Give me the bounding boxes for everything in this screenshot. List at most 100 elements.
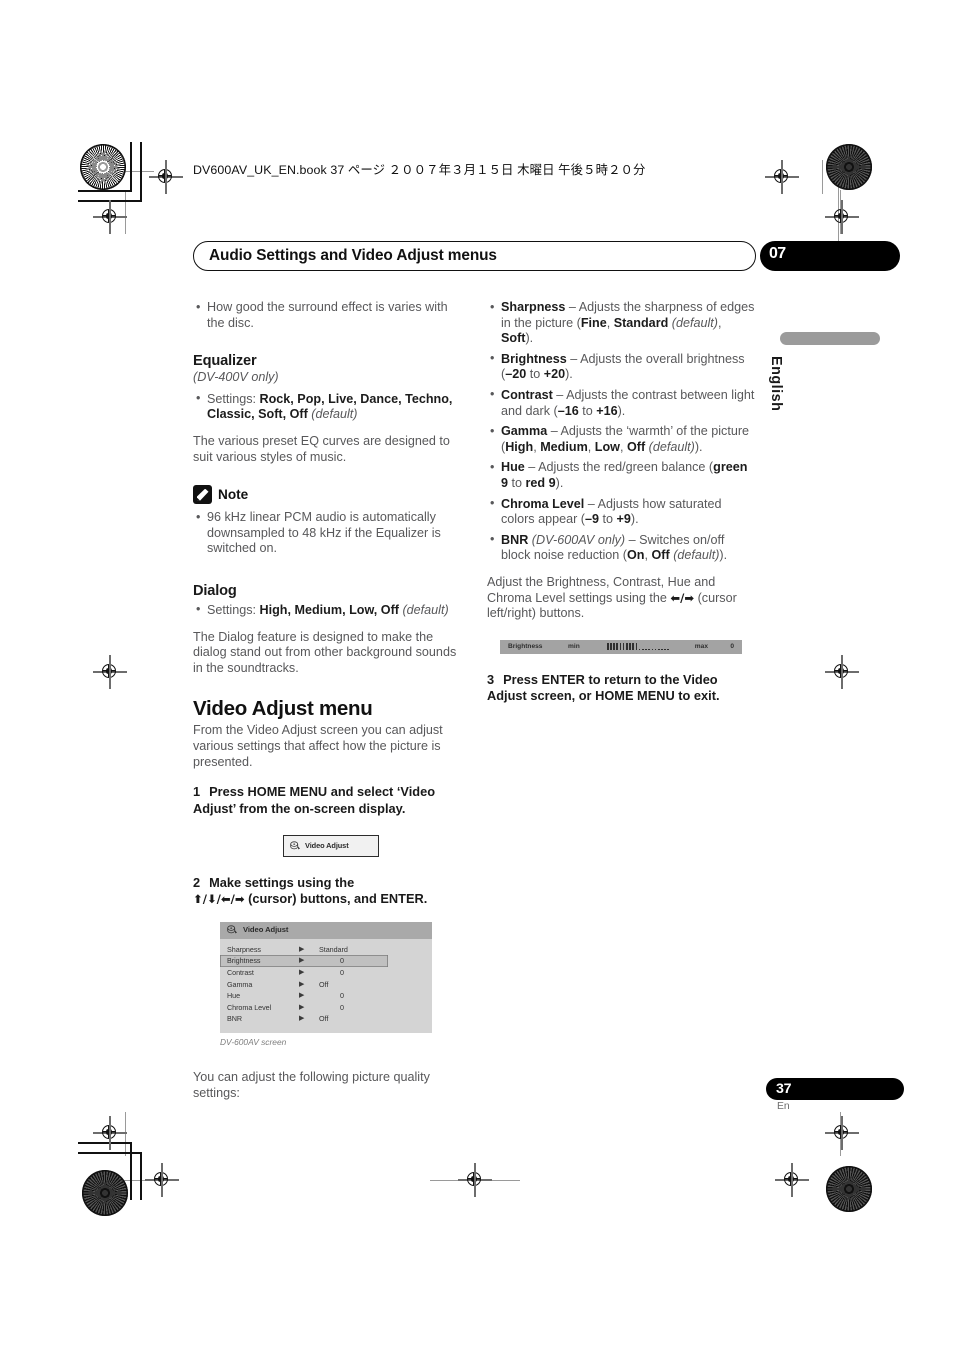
sep: , [644,548,652,563]
side-tab-language-label: English [768,356,784,412]
page-language-label: En [777,1101,790,1112]
brightness-bar-min-label: min [568,642,580,650]
sep: , [587,439,595,454]
sep: to [508,475,526,490]
sep: , [619,439,627,454]
setting-option: High [505,439,534,454]
brightness-tick-filled [632,643,635,651]
registration-cross-right-upper [825,200,859,234]
dash: – [584,496,598,511]
setting-desc-end: ). [694,439,703,454]
heading-video-adjust-menu: Video Adjust menu [193,697,373,721]
setting-option: Standard [613,315,669,330]
setting-term: Gamma [501,424,548,439]
osd-video-adjust-button[interactable]: Video Adjust [283,834,379,857]
video-adjust-screen-titlebar: Video Adjust [220,921,432,939]
registration-target-top-right [826,144,872,190]
cursor-arrow-glyphs: ⬅/➡ [670,590,695,605]
setting-option: –20 [505,367,527,382]
registration-cross-left-middle [93,655,127,689]
step-3-number: 3 [487,671,495,687]
sep: to [578,403,597,418]
dash: – [547,424,561,439]
setting-option: +9 [616,512,631,527]
screen-caption: DV-600AV screen [220,1036,287,1047]
sep: to [526,367,544,382]
note-header: Note [193,485,461,505]
setting-option: +16 [596,403,618,418]
row-label: BNR [227,1014,243,1024]
list-item: Settings: High, Medium, Low, Off (defaul… [193,602,461,619]
setting-option: On [627,548,645,563]
step-1-text: Press HOME MENU and select ‘Video Adjust… [193,784,436,816]
brightness-tick-filled [610,643,612,651]
row-value: Off [319,1014,329,1024]
brightness-bar-ticks[interactable] [592,640,684,654]
brightness-tick-empty [645,648,647,651]
registration-target-bottom-right [826,1166,872,1212]
list-item: Hue – Adjusts the red/green balance (gre… [487,460,755,491]
setting-default: (default) [673,548,720,563]
brightness-tick-filled [613,643,615,651]
dash: – [625,532,640,547]
setting-term: Sharpness [501,300,566,314]
cursor-arrow-glyphs: ⬆/⬇/⬅/➡ [193,892,245,907]
page-number-pill: 37 [766,1078,904,1100]
adjust-instruction-paragraph: Adjust the Brightness, Contrast, Hue and… [487,575,755,622]
list-item: Chroma Level – Adjusts how saturated col… [487,496,755,528]
video-adjust-closing-text: You can adjust the following picture qua… [193,1070,430,1101]
dialog-body: The Dialog feature is designed to make t… [193,629,457,675]
page-number-label: 37 [776,1080,792,1097]
osd-video-adjust-label: Video Adjust [305,841,349,851]
brightness-tick-empty [667,648,670,651]
manual-page: DV600AV_UK_EN.book 37 ページ ２００７年３月１５日 木曜日… [0,0,954,1351]
brightness-tick-filled [635,643,638,651]
brightness-tick-filled [622,643,625,651]
setting-desc-end: ). [630,512,639,527]
setting-option: Off [626,439,646,454]
step-1-number: 1 [193,784,201,800]
brightness-tick-empty [654,648,657,651]
setting-term: Contrast [501,387,553,402]
right-column: Sharpness – Adjusts the sharpness of edg… [487,300,755,705]
brightness-tick-empty [657,648,660,651]
brightness-tick-empty [641,648,644,651]
registration-cross-bottom-right [775,1163,809,1197]
brightness-tick-filled [626,643,628,651]
registration-cross-right-lower [825,1116,859,1150]
disc-stack-icon [289,840,301,852]
video-adjust-screen-title: Video Adjust [243,925,289,935]
setting-option: –9 [585,512,600,527]
chevron-right-icon: ▶ [299,1015,305,1023]
settings-prefix: Settings: [207,602,260,617]
intro-bullet-list: How good the surround effect is varies w… [193,299,461,331]
file-slug-line: DV600AV_UK_EN.book 37 ページ ２００７年３月１５日 木曜日… [193,163,646,177]
brightness-tick-filled [606,643,609,651]
settings-default: (default) [402,602,449,617]
setting-option: –16 [557,403,579,418]
step-3: 3 Press ENTER to return to the Video Adju… [487,672,755,705]
settings-default: (default) [311,407,358,422]
settings-values: High, Medium, Low, Off [259,602,399,617]
setting-desc: Adjusts the red/green balance ( [538,460,714,475]
setting-term: Brightness [501,351,567,366]
heading-dialog: Dialog [193,582,237,599]
note-title: Note [218,486,249,502]
equalizer-body: The various preset EQ curves are designe… [193,433,450,464]
registration-cross-bottom-center [458,1163,492,1197]
left-column: How good the surround effect is varies w… [193,299,461,1102]
registration-cross-left-lower [93,1116,127,1150]
dash: – [524,460,539,475]
list-item: Contrast – Adjusts the contrast between … [487,387,755,419]
setting-desc-end: ). [565,367,573,382]
table-row[interactable]: BNR ▶ Off [220,1013,432,1025]
setting-option: Soft [501,331,526,346]
step-3-text: Press ENTER to return to the Video Adjus… [487,671,720,704]
video-adjust-screen-mock: Video Adjust Sharpness ▶ Standard Bright… [220,921,432,1033]
brightness-osd-bar: Brightness min max 0 [500,639,742,654]
setting-desc-end: ). [719,548,728,563]
list-item: Brightness – Adjusts the overall brightn… [487,351,755,383]
registration-target-top-left [80,144,126,190]
setting-default: (default) [671,315,718,330]
sep: , [606,315,614,330]
